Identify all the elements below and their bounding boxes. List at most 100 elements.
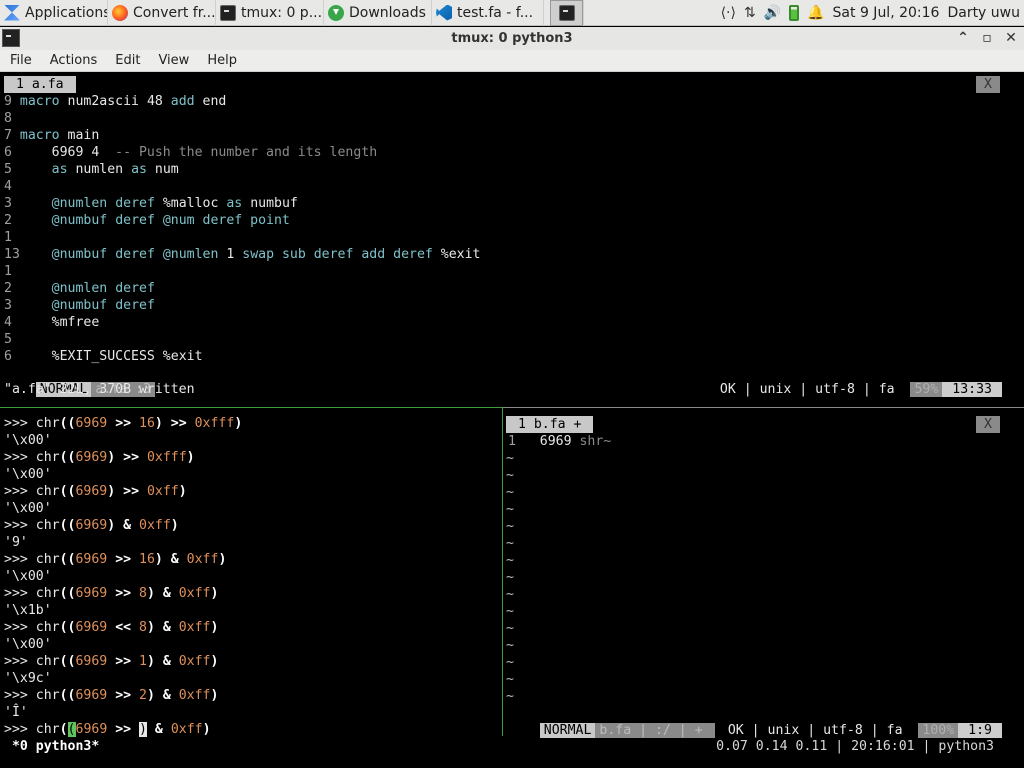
repl-line: >>> chr((6969) >> 0xfff)	[4, 450, 195, 465]
empty-line-marker: ~	[506, 553, 514, 568]
vim-statusline-bottom-right: OK | unix | utf-8 | fa 100% 1:9	[696, 705, 1002, 738]
repl-line: '\x00'	[4, 501, 52, 516]
code-line: 13 @numbuf deref @numlen 1 swap sub dere…	[4, 247, 481, 262]
maximize-button[interactable]: ▫	[978, 29, 996, 47]
repl-line: '\x00'	[4, 569, 52, 584]
empty-line-marker: ~	[506, 689, 514, 704]
repl-line: '\x00'	[4, 467, 52, 482]
repl-line: 'Î'	[4, 705, 28, 720]
taskbar-applications-menu[interactable]: Applications ☰	[0, 0, 108, 26]
repl-line: >>> chr((6969 >> 2) & 0xff)	[4, 688, 219, 703]
code-line: 1	[4, 264, 12, 279]
repl-line: >>> chr((6969) & 0xff)	[4, 518, 179, 533]
vim-tabline-top	[4, 76, 1000, 93]
download-icon	[328, 4, 344, 21]
firefox-icon	[112, 4, 128, 21]
empty-line-marker: ~	[506, 502, 514, 517]
terminal[interactable]: 1 a.fa X NORMAL a.fa :3 OK | unix | utf-8…	[0, 74, 1024, 768]
taskbar-item-tmux[interactable]: tmux: 0 p...	[216, 0, 324, 26]
vim-statusline-bottom: NORMAL b.fa | :/ | +	[508, 705, 715, 738]
menu-view[interactable]: View	[148, 53, 197, 68]
user-menu[interactable]: Darty uwu	[947, 5, 1020, 21]
taskbar: Applications ☰ Convert fr... tmux: 0 p..…	[0, 0, 1024, 26]
clock[interactable]: Sat 9 Jul, 20:16	[833, 5, 940, 21]
vim-tab-b-fa[interactable]: 1 b.fa +	[506, 416, 594, 433]
repl-line: >>> chr((6969 >> 16) >> 0xfff)	[4, 416, 243, 431]
empty-line-marker: ~	[506, 638, 514, 653]
code-line: 6 %EXIT_SUCCESS %exit	[4, 349, 203, 364]
network-icon[interactable]: ⟨·⟩	[721, 5, 736, 21]
menu-edit[interactable]: Edit	[105, 53, 148, 68]
transfer-icon[interactable]: ⇅	[744, 5, 756, 21]
repl-line: '\x00'	[4, 637, 52, 652]
code-line: 9 macro num2ascii 48 add end	[4, 94, 227, 109]
vim-file-info: OK | unix | utf-8 | fa	[727, 723, 903, 738]
code-line: 1	[4, 230, 12, 245]
code-line: 6 6969 4 -- Push the number and its leng…	[4, 145, 378, 160]
repl-line: >>> chr((6969 >> 16) & 0xff)	[4, 552, 227, 567]
vim-tab-close-button[interactable]: X	[976, 416, 1000, 433]
code-line: 8	[4, 111, 12, 126]
vim-statusline-top-right: OK | unix | utf-8 | fa 59% 13:33	[688, 364, 1002, 397]
empty-line-marker: ~	[506, 604, 514, 619]
vim-percent: 100%	[918, 723, 959, 738]
vscode-icon	[436, 4, 452, 21]
close-button[interactable]: ✕	[1002, 29, 1020, 47]
bell-icon[interactable]: 🔔	[807, 5, 824, 21]
repl-line: >>> chr((6969 << 8) & 0xff)	[4, 620, 219, 635]
repl-line: '\x00'	[4, 433, 52, 448]
repl-line: >>> chr((6969 >> 1) & 0xff)	[4, 654, 219, 669]
code-line: 3 @numbuf deref	[4, 298, 155, 313]
window-titlebar[interactable]: tmux: 0 python3 ⌃ ▫ ✕	[0, 27, 1024, 50]
taskbar-label: Applications ☰	[25, 4, 108, 21]
vim-file-info: OK | unix | utf-8 | fa	[719, 382, 895, 397]
taskbar-item-vscode[interactable]: test.fa - f...	[432, 0, 544, 26]
empty-line-marker: ~	[506, 485, 514, 500]
vim-tab-close-button[interactable]: X	[976, 76, 1000, 93]
tmux-window-list[interactable]: *0 python3*	[4, 738, 99, 755]
vim-percent: 59%	[910, 382, 943, 397]
tmux-status-right: 0.07 0.14 0.11 | 20:16:01 | python3	[716, 739, 994, 754]
taskbar-label: test.fa - f...	[457, 4, 534, 21]
pane-divider-vertical[interactable]	[502, 408, 503, 736]
menu-file[interactable]: File	[0, 53, 40, 68]
empty-line-marker: ~	[506, 536, 514, 551]
menu-actions[interactable]: Actions	[40, 53, 106, 68]
volume-icon[interactable]: 🔊	[764, 5, 781, 21]
empty-line-marker: ~	[506, 621, 514, 636]
repl-line: '\x1b'	[4, 603, 52, 618]
menubar: File Actions Edit View Help	[0, 50, 1024, 72]
code-line: 2 @numbuf deref @num deref point	[4, 213, 290, 228]
vim-mode: NORMAL	[539, 723, 596, 738]
terminal-icon	[558, 4, 575, 21]
system-tray: ⟨·⟩ ⇅ 🔊 🔔 Sat 9 Jul, 20:16 Darty uwu	[721, 0, 1024, 26]
repl-line: >>> chr((6969 >> ) & 0xff)	[4, 722, 211, 737]
repl-line: >>> chr((6969 >> 8) & 0xff)	[4, 586, 219, 601]
repl-line: '\x9c'	[4, 671, 52, 686]
empty-line-marker: ~	[506, 468, 514, 483]
empty-line-marker: ~	[506, 570, 514, 585]
code-line: 4	[4, 179, 12, 194]
code-line: 7 macro main	[4, 128, 100, 143]
vim-statusline-top: NORMAL a.fa :3	[4, 364, 155, 397]
vim-cursor-position: 13:33	[942, 382, 1002, 397]
taskbar-label: Downloads	[349, 4, 426, 21]
empty-line-marker: ~	[506, 587, 514, 602]
taskbar-item-firefox[interactable]: Convert fr...	[108, 0, 216, 26]
battery-icon[interactable]	[789, 4, 800, 21]
taskbar-label: Convert fr...	[133, 4, 216, 21]
terminal-icon	[220, 4, 236, 21]
repl-line: '9'	[4, 535, 28, 550]
empty-line-marker: ~	[506, 655, 514, 670]
code-line: 3 @numlen deref %malloc as numbuf	[4, 196, 298, 211]
menu-help[interactable]: Help	[197, 53, 245, 68]
taskbar-item-downloads[interactable]: Downloads	[324, 0, 432, 26]
pane-divider-active	[0, 407, 503, 408]
taskbar-item-terminal-active[interactable]	[550, 0, 584, 26]
vim-cursor-position: 1:9	[958, 723, 1002, 738]
repl-line: >>> chr((6969) >> 0xff)	[4, 484, 187, 499]
vim-tab-a-fa[interactable]: 1 a.fa	[4, 76, 76, 93]
minimize-button[interactable]: ⌃	[954, 29, 972, 47]
code-line: 4 %mfree	[4, 315, 100, 330]
code-line: 5 as numlen as num	[4, 162, 179, 177]
